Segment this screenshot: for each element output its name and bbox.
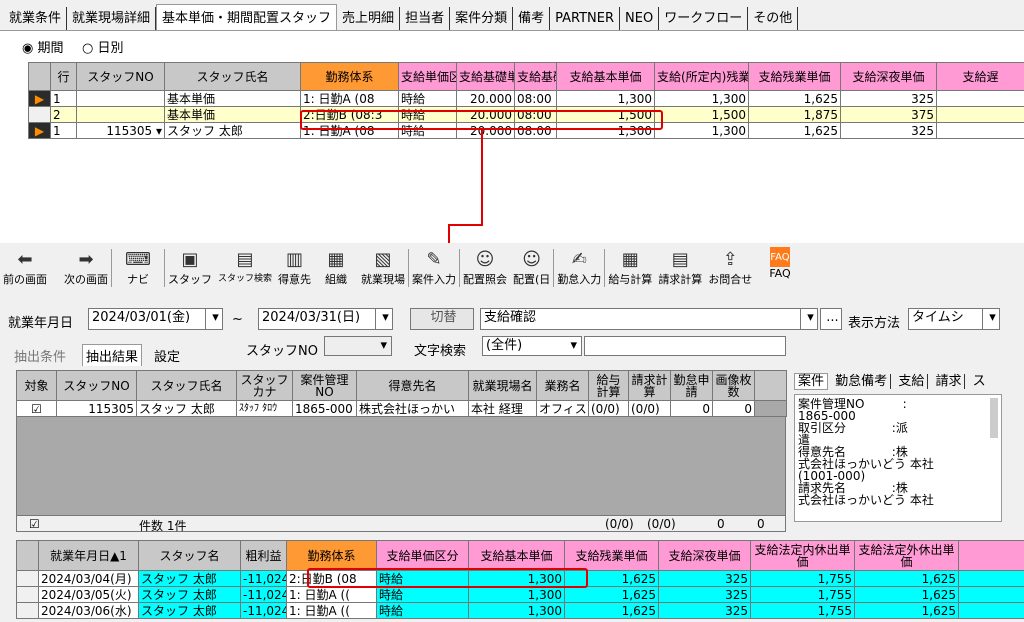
table-row[interactable]: 2024/03/06(水) スタッフ 太郎 -11,024 1: 日勤A (( … (16, 602, 1024, 619)
side-tab-staff[interactable]: ス (970, 374, 989, 389)
payroll-button[interactable]: ▦ 給与計算 (605, 243, 655, 291)
invoice-icon: ▤ (671, 248, 689, 270)
dropdown-icon: ▾ (380, 338, 387, 353)
tab-settings[interactable]: 設定 (154, 346, 180, 365)
table-row[interactable]: ☑ 115305 スタッフ 太郎 ｽﾀｯﾌ ﾀﾛｳ 1865-000 株式会社ほ… (16, 400, 787, 417)
col-date[interactable]: 就業年月日▲1 (38, 540, 139, 571)
org-icon: ▦ (327, 248, 345, 270)
calculator-icon: ▦ (621, 248, 639, 270)
edit-doc-icon: ✎ (426, 248, 442, 270)
tilde: ~ (232, 312, 243, 327)
billing-button[interactable]: ▤ 請求計算 (655, 243, 705, 291)
switch-button[interactable]: 切替 (410, 308, 474, 330)
side-tab-bar: 案件 勤怠備考 支給 請求 ス (794, 370, 1024, 390)
toolbar: ⬅ 前の画面 ➡ 次の画面 ⌨ ナビ ▣ スタッフ ▤ スタッフ検索 ▥ 得意先 ▦ 組織 ▧… (0, 243, 1024, 293)
people-icon: ☺ (475, 248, 495, 270)
dropdown-icon: ▾ (570, 338, 577, 353)
case-entry-button[interactable]: ✎ 案件入力 (409, 243, 459, 291)
staff-search-button[interactable]: ▤ スタッフ検索 (215, 243, 275, 291)
pencil-icon: ✍ (571, 248, 587, 270)
display-dropdown-icon[interactable]: ▾ (982, 308, 1000, 330)
result-grid: 対象 スタッフNO スタッフ氏名 スタッフカナ 案件管理NO 得意先名 就業現場… (16, 370, 787, 417)
text-search-select[interactable]: (全件) ▾ (482, 336, 582, 356)
attendance-button[interactable]: ✍ 勤怠入力 (554, 243, 604, 291)
highlight-bottom-row (307, 568, 588, 588)
staff-button[interactable]: ▣ スタッフ (165, 243, 215, 291)
arrow-right-icon: ➡ (78, 248, 94, 270)
tab-conditions[interactable]: 抽出条件 (14, 346, 66, 365)
date-to-field[interactable]: 2024/03/31(日) (258, 308, 376, 330)
text-search-input[interactable] (584, 336, 786, 356)
mode-select[interactable]: 支給確認 (480, 308, 818, 330)
date-to-dropdown-icon[interactable]: ▾ (375, 308, 393, 330)
client-button[interactable]: ▥ 得意先 (275, 243, 314, 291)
contact-button[interactable]: ⇪ お問合せ (705, 243, 755, 291)
site-icon: ▧ (374, 248, 392, 270)
display-label: 表示方法 (848, 316, 901, 331)
date-label: 就業年月日 (8, 316, 74, 331)
back-button[interactable]: ⬅ 前の画面 (0, 243, 50, 291)
result-footer: ☑ 件数 1件 (0/0) (0/0) 0 0 (16, 515, 786, 533)
assign-daily-button[interactable]: ☺ 配置(日 (510, 243, 553, 291)
search-doc-icon: ▤ (236, 248, 254, 270)
date-from-dropdown-icon[interactable]: ▾ (205, 308, 223, 330)
select-all-checkbox[interactable]: ☑ (29, 517, 40, 531)
case-info-text: 案件管理NO :1865-000 取引区分 :派遣得意先名 :株 式会社ほっかいどう… (794, 394, 1002, 522)
keyboard-icon: ⌨ (125, 248, 151, 270)
forward-button[interactable]: ➡ 次の画面 (50, 243, 111, 291)
side-tab-pay[interactable]: 支給 (895, 374, 929, 389)
scrollbar[interactable] (990, 398, 998, 438)
side-tab-case[interactable]: 案件 (794, 373, 829, 390)
client-icon: ▥ (286, 248, 304, 270)
org-button[interactable]: ▦ 組織 (314, 243, 358, 291)
result-count: 件数 1件 (139, 519, 187, 533)
staff-no-select[interactable]: ▾ (324, 336, 392, 356)
faq-button[interactable]: FAQ FAQ (755, 243, 804, 291)
date-from-field[interactable]: 2024/03/01(金) (88, 308, 206, 330)
staff-no-label: スタッフNO (246, 344, 318, 359)
site-button[interactable]: ▧ 就業現場 (358, 243, 408, 291)
text-search-label: 文字検索 (414, 344, 467, 359)
upload-icon: ⇪ (722, 248, 738, 270)
mode-dropdown-icon[interactable]: ▾ (800, 308, 818, 330)
side-tab-bill[interactable]: 請求 (932, 374, 966, 389)
assign-inquiry-button[interactable]: ☺ 配置照会 (460, 243, 510, 291)
people-icon: ☺ (522, 248, 542, 270)
ellipsis-button[interactable]: ... (820, 308, 842, 330)
table-row[interactable]: 2024/03/05(火) スタッフ 太郎 -11,024 1: 日勤A (( … (16, 586, 1024, 603)
navi-button[interactable]: ⌨ ナビ (112, 243, 164, 291)
tab-results[interactable]: 抽出結果 (82, 344, 143, 366)
faq-icon: FAQ (769, 247, 790, 267)
target-checkbox[interactable]: ☑ (16, 400, 57, 417)
side-tab-attendance[interactable]: 勤怠備考 (832, 374, 892, 389)
arrow-left-icon: ⬅ (17, 248, 33, 270)
staff-icon: ▣ (181, 248, 199, 270)
